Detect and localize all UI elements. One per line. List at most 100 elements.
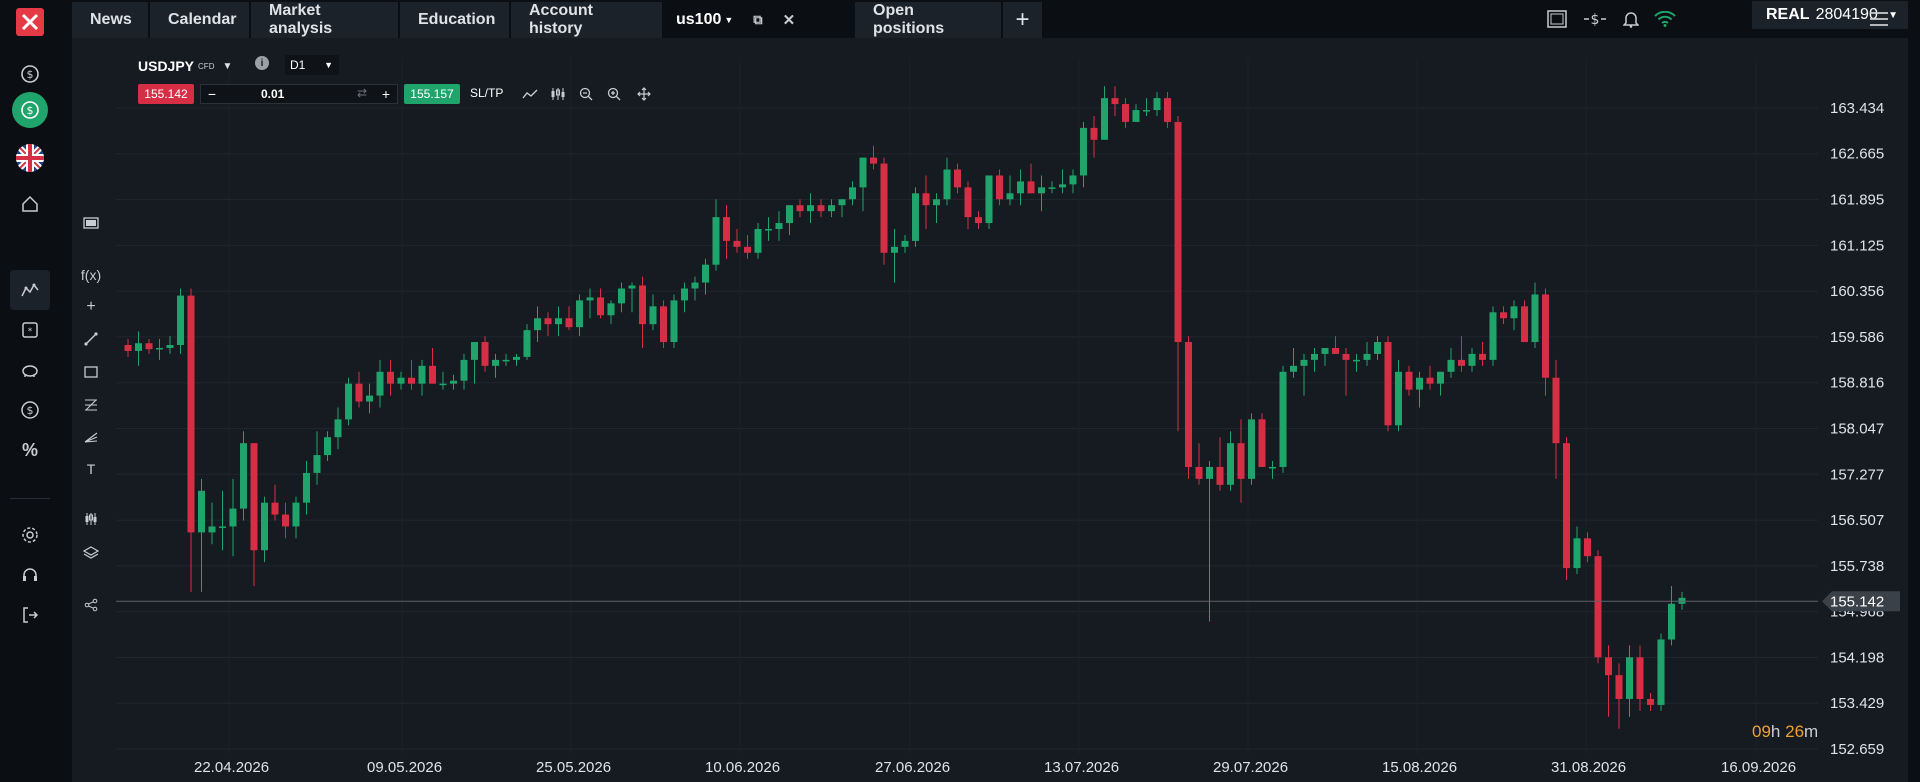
candle-body [1311, 353, 1318, 360]
move-crosshair-icon[interactable] [634, 84, 654, 104]
headset-support-icon[interactable] [10, 555, 50, 595]
crosshair-plus-icon[interactable]: + [80, 296, 102, 318]
svg-text:$: $ [27, 68, 34, 81]
candle-body [828, 205, 835, 212]
trend-line-icon[interactable] [80, 328, 102, 350]
percent-icon[interactable]: % [10, 430, 50, 470]
candle-body [807, 205, 814, 212]
x-tick-label: 15.08.2026 [1382, 759, 1457, 776]
chart-panel[interactable]: 163.434 162.665 161.895 161.125 160.356 159.5… [72, 38, 1908, 782]
candle-body [229, 508, 237, 527]
tab-news[interactable]: News [72, 2, 149, 38]
layout-icon[interactable] [1544, 6, 1570, 32]
increase-quantity-button[interactable]: + [379, 85, 393, 103]
calendar-star-icon[interactable]: * [10, 310, 50, 350]
line-chart-icon[interactable] [520, 84, 540, 104]
x-tick-label: 22.04.2026 [194, 759, 269, 776]
trade-cash-icon[interactable]: $ [10, 90, 50, 130]
candle-body [355, 383, 363, 402]
candle-body [1069, 175, 1077, 185]
brand-logo[interactable] [10, 2, 50, 42]
sl-tp-button[interactable]: SL/TP [470, 86, 503, 100]
layers-icon[interactable] [80, 542, 102, 564]
dividend-icon[interactable]: $ [10, 390, 50, 430]
y-tick-label: 159.586 [1830, 329, 1884, 346]
quantity-value[interactable]: 0.01 [261, 87, 284, 101]
candle-body [208, 526, 216, 533]
bell-icon[interactable] [1618, 6, 1644, 32]
tab-market-analysis[interactable]: Market analysis [251, 2, 399, 38]
wifi-signal-icon [1652, 6, 1678, 32]
info-icon[interactable]: i [255, 56, 269, 70]
candle-body [1363, 353, 1371, 360]
share-icon[interactable] [80, 594, 102, 616]
x-tick-label: 27.06.2026 [875, 759, 950, 776]
symbol-selector[interactable]: USDJPY CFD ▼ [138, 56, 232, 76]
candle-body [513, 356, 520, 360]
tab-open-positions[interactable]: Open positions [855, 2, 1002, 38]
y-tick-label: 152.659 [1830, 741, 1884, 758]
candles-icon[interactable] [548, 84, 568, 104]
candle-body [324, 437, 331, 456]
piggy-bank-icon[interactable] [10, 350, 50, 390]
indicators-fx-icon[interactable]: f(x) [80, 264, 102, 286]
detach-window-icon[interactable]: ⧉ [753, 12, 762, 28]
x-tick-label: 25.05.2026 [536, 759, 611, 776]
candle-body [1300, 359, 1308, 366]
logout-icon[interactable] [10, 595, 50, 635]
zoom-in-icon[interactable] [604, 84, 624, 104]
uk-flag-icon[interactable] [10, 138, 50, 178]
candle-body [187, 295, 195, 533]
sell-button[interactable]: 155.142 [138, 84, 194, 104]
candle-body [1500, 312, 1507, 319]
candle-body [712, 217, 720, 265]
candle-body [1594, 556, 1602, 658]
candle-body [1279, 371, 1287, 467]
swap-icon[interactable]: ⇄ [357, 86, 367, 100]
candle-body [922, 193, 930, 206]
current-price-label: 155.142 [1830, 593, 1884, 610]
home-icon[interactable] [10, 184, 50, 224]
zoom-out-icon[interactable] [576, 84, 596, 104]
candle-body [1195, 466, 1203, 479]
candle-body [1542, 294, 1549, 378]
candle-body [1132, 110, 1140, 122]
quantity-stepper[interactable]: − 0.01 ⇄ + [200, 84, 398, 104]
candlestick-chart[interactable]: 163.434 162.665 161.895 161.125 160.356 159.5… [72, 38, 1908, 782]
candle-body [1615, 675, 1623, 699]
chevron-down-icon[interactable]: ▼ [724, 15, 733, 25]
tab-calendar[interactable]: Calendar [150, 2, 250, 38]
settings-gear-icon[interactable] [10, 515, 50, 555]
candle-body [996, 175, 1003, 200]
timeframe-select[interactable]: D1 ▼ [285, 55, 339, 75]
chevron-down-icon[interactable]: ▼ [222, 61, 232, 72]
tab-us100[interactable]: us100 ▼ ⧉ ✕ [664, 2, 854, 38]
close-icon[interactable]: ✕ [783, 11, 796, 29]
chevron-down-icon: ▼ [324, 60, 333, 70]
candle-body [1521, 306, 1528, 343]
candle-body [1164, 98, 1171, 122]
candle-body [786, 205, 793, 224]
rectangle-icon[interactable] [80, 361, 102, 383]
tab-account-history[interactable]: Account history [511, 2, 663, 38]
candle-body [429, 365, 436, 384]
candle-body [1101, 98, 1108, 140]
deposit-icon[interactable]: $ [10, 54, 50, 94]
svg-text:*: * [28, 327, 33, 337]
candle-body [492, 359, 499, 366]
candle-body [1437, 371, 1444, 384]
currency-exchange-icon[interactable]: $ [1582, 6, 1608, 32]
decrease-quantity-button[interactable]: − [205, 85, 219, 103]
market-watch-icon[interactable] [10, 270, 50, 310]
add-tab-button[interactable]: + [1003, 2, 1043, 38]
text-tool-icon[interactable]: T [80, 458, 102, 480]
fibonacci-icon[interactable] [80, 394, 102, 416]
x-tick-label: 31.08.2026 [1551, 759, 1626, 776]
tab-education[interactable]: Education [400, 2, 510, 38]
pitchfork-icon[interactable] [80, 426, 102, 448]
candles-settings-icon[interactable] [80, 508, 102, 530]
candle-body [1668, 603, 1675, 640]
hamburger-menu-icon[interactable] [1866, 6, 1892, 32]
screen-icon[interactable] [80, 212, 102, 234]
buy-button[interactable]: 155.157 [404, 84, 460, 104]
